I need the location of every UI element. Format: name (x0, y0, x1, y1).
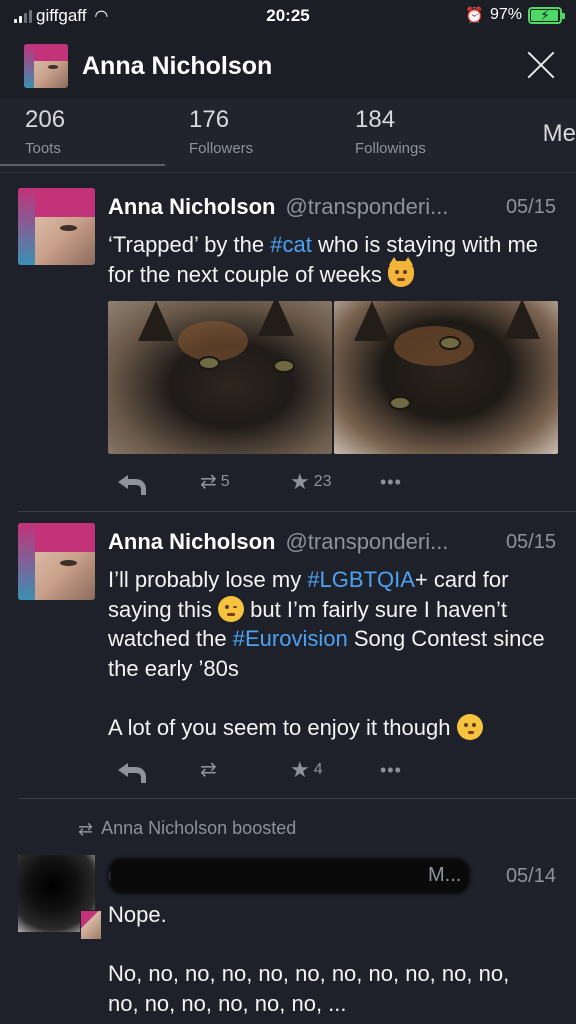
more-button[interactable]: ••• (380, 472, 402, 493)
toot-paragraph: A lot of you seem to enjoy it though (108, 713, 558, 743)
author-avatar[interactable] (18, 523, 95, 600)
reply-icon (118, 472, 146, 495)
author-name: Anna Nicholson @transponderi... (108, 194, 448, 220)
toot-date: 05/15 (505, 196, 556, 218)
toot-content: ‘Trapped’ by the #cat who is staying wit… (108, 230, 558, 289)
kissing-cat-emoji-icon (388, 256, 415, 287)
battery-percent: 97% (489, 6, 522, 23)
profile-avatar[interactable] (24, 44, 68, 88)
tab-toots[interactable]: 206 Toots (25, 106, 65, 157)
more-button[interactable]: ••• (380, 760, 402, 781)
toot-date: 05/15 (505, 531, 556, 553)
more-icon: ••• (380, 760, 402, 780)
status-bar: giffgaff ◠ 20:25 ⏰ 97% ⚡ (0, 0, 576, 34)
reply-icon (118, 760, 146, 783)
divider (18, 511, 576, 512)
author-handle: M... (428, 864, 462, 886)
favourite-count: 4 (313, 761, 323, 778)
profile-name: Anna Nicholson (82, 52, 273, 80)
divider (0, 172, 576, 173)
reply-button[interactable] (118, 472, 146, 495)
boost-icon: ⇄ (200, 759, 217, 781)
author-name: Anna Nicholson @transponderi... (108, 529, 448, 555)
toot-content: Nope. No, no, no, no, no, no, no, no, no… (108, 900, 558, 1018)
winking-face-emoji-icon (218, 595, 245, 622)
toot-text: No, no, no, no, no, no, no, no, no, no, … (108, 961, 510, 986)
profile-stats: 206 Toots 176 Followers 184 Followings M… (0, 98, 576, 168)
toot-text: A lot of you seem to enjoy it though (108, 714, 457, 740)
close-icon[interactable] (526, 50, 556, 80)
toot-paragraph: I’ll probably lose my #LGBTQIA+ card for… (108, 565, 558, 683)
toot-date: 05/14 (505, 865, 556, 887)
toots-count: 206 (25, 106, 66, 133)
followers-count: 176 (189, 106, 230, 133)
reply-button[interactable] (118, 760, 146, 783)
hashtag-link[interactable]: #LGBTQIA (307, 567, 415, 592)
alarm-icon: ⏰ (465, 7, 484, 24)
star-icon: ★ (290, 757, 310, 782)
charging-bolt-icon: ⚡ (540, 6, 550, 23)
toot-actions: ⇄ ★ 4 ••• (108, 757, 558, 790)
booster-avatar (80, 910, 102, 940)
hashtag-link[interactable]: #cat (270, 232, 312, 257)
tab-followers[interactable]: 176 Followers (189, 106, 253, 157)
profile-header: Anna Nicholson (0, 34, 576, 98)
author-avatar[interactable] (18, 188, 95, 265)
more-icon: ••• (380, 472, 402, 492)
favourite-button[interactable]: ★ 4 (290, 757, 323, 782)
toot-text: I’ll probably lose my (108, 567, 308, 592)
redacted-author (108, 858, 470, 894)
favourite-button[interactable]: ★ 23 (290, 469, 332, 494)
media-attachments (108, 301, 558, 454)
author-handle: @transponderi... (285, 194, 449, 219)
toot-content: I’ll probably lose my #LGBTQIA+ card for… (108, 565, 558, 742)
hashtag-link[interactable]: #Eurovision (233, 626, 348, 651)
followings-count: 184 (355, 106, 396, 133)
tab-me[interactable]: Me (543, 120, 576, 148)
toot-actions: ⇄ 5 ★ 23 ••• (108, 469, 558, 502)
boosted-indicator: ⇄ Anna Nicholson boosted (78, 818, 296, 839)
toot-text: ‘Trapped’ by the (108, 232, 271, 257)
boost-icon: ⇄ (200, 471, 217, 493)
battery-indicator: ⏰ 97% ⚡ (465, 6, 565, 24)
followings-label: Followings (355, 140, 426, 157)
active-tab-indicator (0, 164, 165, 166)
author-handle: @transponderi... (285, 529, 449, 554)
toots-label: Toots (25, 140, 61, 157)
star-icon: ★ (290, 469, 310, 494)
author-display-name: Anna Nicholson (108, 194, 276, 219)
boost-icon: ⇄ (78, 818, 94, 839)
tab-followings[interactable]: 184 Followings (355, 106, 426, 157)
favourite-count: 23 (313, 473, 332, 490)
divider (18, 798, 576, 799)
followers-label: Followers (189, 140, 254, 157)
boost-button[interactable]: ⇄ 5 (200, 472, 230, 492)
cat-photo-1[interactable] (108, 301, 332, 454)
author-display-name: Anna Nicholson (108, 529, 276, 554)
boosted-label: Anna Nicholson boosted (101, 818, 297, 838)
boost-count: 5 (220, 473, 230, 490)
toot-text: Nope. (108, 902, 167, 927)
boost-button[interactable]: ⇄ (200, 760, 221, 780)
toot-text: no, no, no, no, no, no, ... (108, 990, 347, 1016)
battery-icon: ⚡ (528, 6, 565, 24)
cat-photo-2[interactable] (334, 301, 558, 454)
thinking-face-emoji-icon (456, 713, 483, 740)
